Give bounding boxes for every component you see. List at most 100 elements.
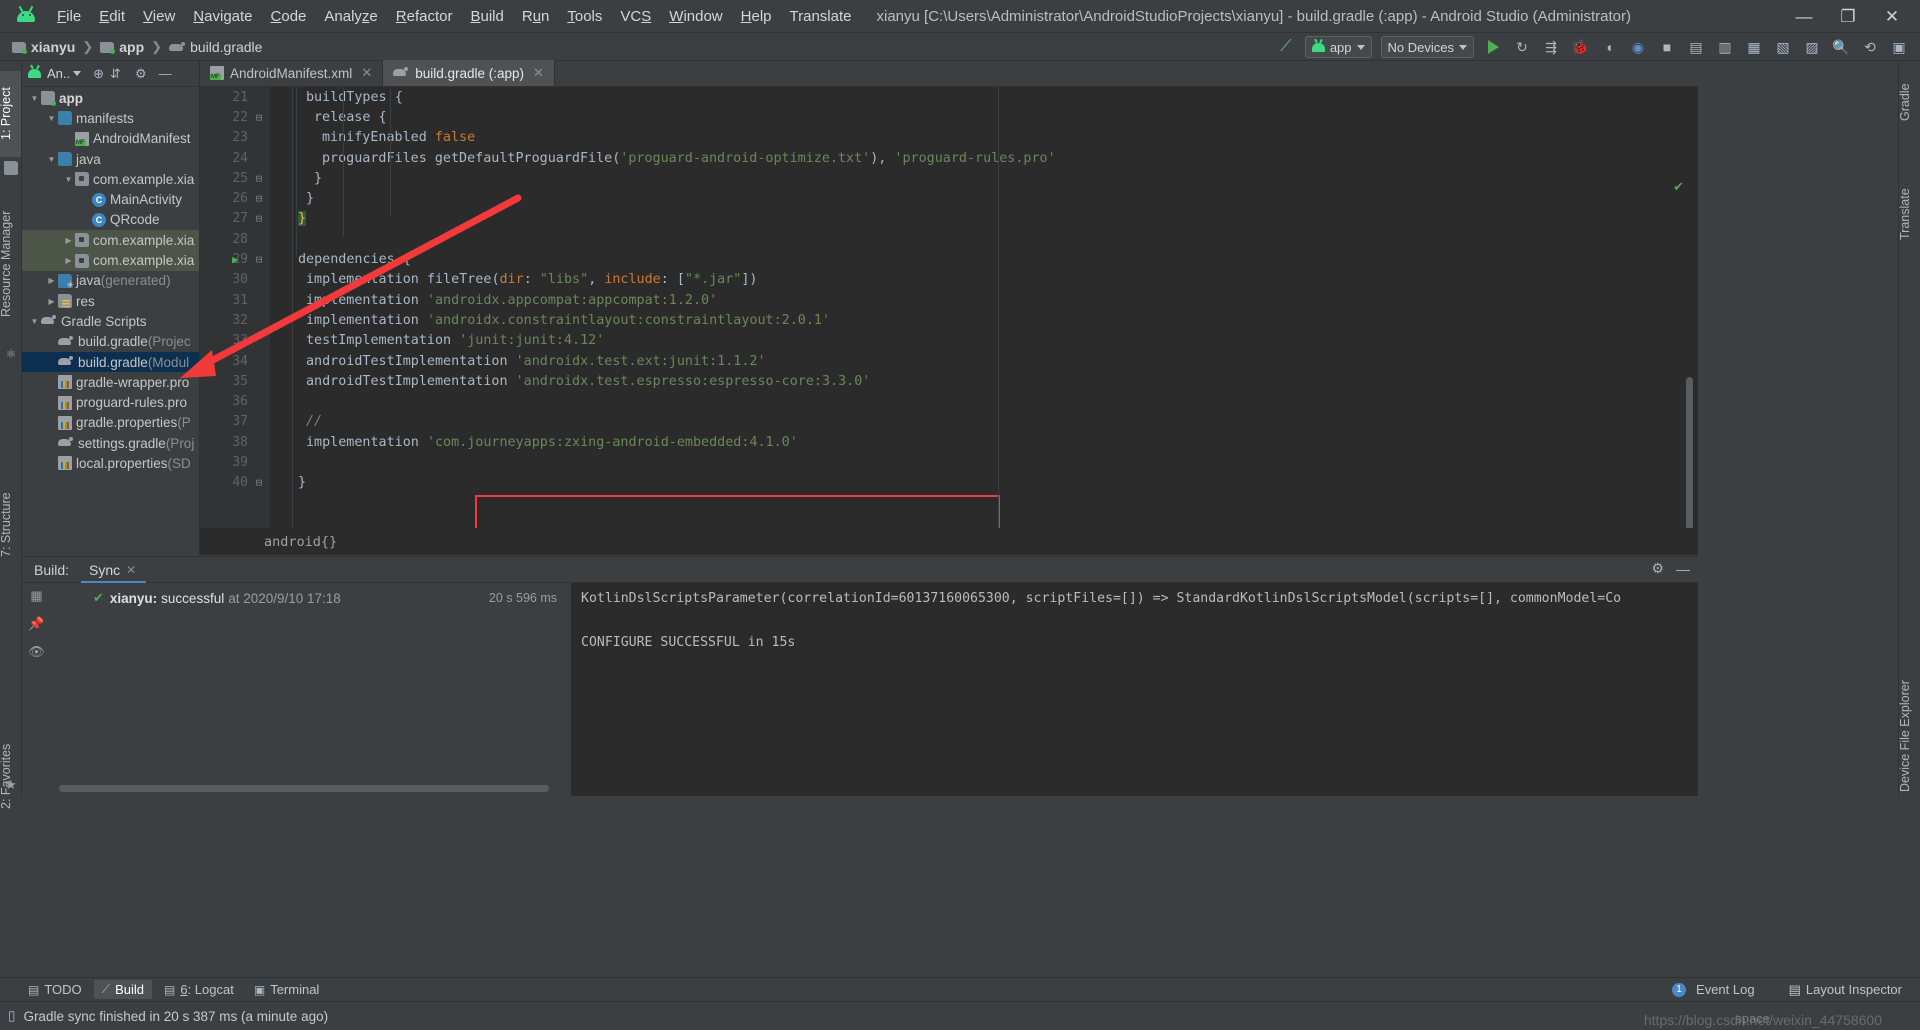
tree-item-gradle-scripts[interactable]: ▼Gradle Scripts [22,311,199,331]
close-icon[interactable]: ✕ [533,65,544,81]
code-line[interactable]: 34androidTestImplementation 'androidx.te… [270,351,1698,371]
minimize-button[interactable]: — [1782,2,1826,32]
tree-item-settings-gradle[interactable]: settings.gradle (Proj [22,433,199,453]
build-result-tree[interactable]: ✔ xianyu: successful at 2020/9/10 17:18 … [51,583,571,796]
screenshot-icon[interactable]: ▣ [1886,35,1912,59]
hammer-icon[interactable]: ⟋ [1273,35,1299,59]
chevron-down-icon[interactable]: ▼ [45,155,58,164]
collapse-all-icon[interactable]: ⇵ [110,66,121,82]
code-fold-icon[interactable]: ⊟ [252,111,266,124]
tool-window-button-6-logcat[interactable]: ▤6: Logcat [156,980,242,999]
chevron-down-icon[interactable]: ▼ [28,317,41,326]
rail-item-gradle[interactable]: Gradle [1898,69,1920,135]
build-tab-sync[interactable]: Sync ✕ [81,558,146,582]
inspection-ok-icon[interactable]: ✔ [1673,179,1684,195]
chevron-right-icon[interactable]: ▶ [62,236,75,245]
close-icon[interactable]: ✕ [361,65,372,81]
code-line[interactable]: 35androidTestImplementation 'androidx.te… [270,371,1698,391]
code-line[interactable]: 37// [270,412,1698,432]
code-line[interactable]: 32implementation 'androidx.constraintlay… [270,310,1698,330]
tree-item-proguard-rules-pro[interactable]: proguard-rules.pro [22,392,199,412]
tree-item-gradle-wrapper-pro[interactable]: gradle-wrapper.pro [22,372,199,392]
menu-item-code[interactable]: Code [262,4,316,29]
layout-inspector-icon[interactable]: ▦ [1741,35,1767,59]
close-icon[interactable]: ✕ [126,563,136,577]
apply-code-changes-icon[interactable]: ⇶ [1538,35,1564,59]
avd-manager-icon[interactable]: ▥ [1712,35,1738,59]
rail-item-project[interactable]: 1: Project [0,71,21,157]
build-console[interactable]: KotlinDslScriptsParameter(correlationId=… [571,583,1698,796]
code-fold-icon[interactable]: ⊟ [252,172,266,185]
tree-item-app[interactable]: ▼app [22,88,199,108]
tree-item-java[interactable]: ▼java [22,149,199,169]
close-button[interactable]: ✕ [1870,2,1914,32]
chevron-down-icon[interactable]: ▼ [62,175,75,184]
tree-item-local-properties[interactable]: local.properties (SD [22,453,199,473]
code-line[interactable]: 33testImplementation 'junit:junit:4.12' [270,331,1698,351]
code-line[interactable]: 28 [270,229,1698,249]
tool-window-button-todo[interactable]: ▤TODO [20,980,90,999]
event-log-button[interactable]: 1 Event Log [1664,980,1763,999]
build-tree-hscrollbar[interactable] [59,785,549,792]
breadcrumb-project[interactable]: xianyu [31,39,75,55]
tree-item-java[interactable]: ▶java (generated) [22,271,199,291]
vcs-update-icon[interactable]: ⟲ [1857,35,1883,59]
code-fold-icon[interactable]: ⊟ [252,212,266,225]
code-line[interactable]: 23minifyEnabled false [270,128,1698,148]
tree-item-com-example-xia[interactable]: ▶com.example.xia [22,250,199,270]
stop-icon[interactable]: ▦ [30,589,44,603]
chevron-down-icon[interactable]: ▼ [45,114,58,123]
chevron-right-icon[interactable]: ▶ [62,256,75,265]
menu-item-help[interactable]: Help [732,4,781,29]
search-icon[interactable]: 🔍 [1828,35,1854,59]
profiler-icon[interactable]: ◉ [1625,35,1651,59]
code-line[interactable]: 27⊟} [270,209,1698,229]
menu-item-refactor[interactable]: Refactor [387,4,462,29]
tree-item-androidmanifest[interactable]: AndroidManifest [22,129,199,149]
menu-item-tools[interactable]: Tools [558,4,611,29]
menu-item-vcs[interactable]: VCS [611,4,660,29]
menu-item-build[interactable]: Build [461,4,512,29]
tree-item-build-gradle[interactable]: build.gradle (Modul [22,352,199,372]
code-line[interactable]: 24proguardFiles getDefaultProguardFile('… [270,148,1698,168]
code-line[interactable]: 40⊟} [270,473,1698,493]
maximize-button[interactable]: ❐ [1826,2,1870,32]
profiler-alt-icon[interactable]: ▨ [1799,35,1825,59]
editor-tab-build-gradle-app-[interactable]: build.gradle (:app)✕ [383,60,555,86]
code-line[interactable]: 30implementation fileTree(dir: "libs", i… [270,270,1698,290]
gear-icon[interactable]: ⚙ [1651,560,1664,577]
chevron-down-icon[interactable]: ▼ [28,94,41,103]
rail-item-resource-manager[interactable]: Resource Manager [0,189,21,339]
rail-item-translate[interactable]: Translate [1898,171,1920,257]
chevron-right-icon[interactable]: ▶ [45,276,58,285]
code-line[interactable]: 21buildTypes { [270,87,1698,107]
menu-item-run[interactable]: Run [513,4,559,29]
menu-item-view[interactable]: View [134,4,184,29]
menu-item-analyze[interactable]: Analyze [315,4,386,29]
code-fold-icon[interactable]: ⊟ [252,253,266,266]
menu-item-edit[interactable]: Edit [90,4,134,29]
tree-item-res[interactable]: ▶res [22,291,199,311]
menu-item-navigate[interactable]: Navigate [184,4,261,29]
device-selector[interactable]: No Devices [1381,36,1474,58]
sdk-manager-icon[interactable]: ▤ [1683,35,1709,59]
run-icon[interactable] [1480,35,1506,59]
code-fold-icon[interactable]: ⊟ [252,192,266,205]
code-line[interactable]: 39 [270,452,1698,472]
tree-item-manifests[interactable]: ▼manifests [22,108,199,128]
rail-item-favorites[interactable]: 2: Favorites [0,721,21,831]
tree-item-qrcode[interactable]: CQRcode [22,210,199,230]
tree-item-mainactivity[interactable]: CMainActivity [22,189,199,209]
debug-icon[interactable]: 🐞 [1567,35,1593,59]
eye-icon[interactable]: 👁 [30,645,44,659]
tool-window-button-build[interactable]: ⟋Build [94,980,152,999]
chevron-right-icon[interactable]: ▶ [45,297,58,306]
gear-icon[interactable]: ⚙ [135,66,147,82]
breadcrumb-file[interactable]: build.gradle [190,39,262,55]
code-line[interactable]: 36 [270,391,1698,411]
run-gutter-icon[interactable]: ▶ [232,253,239,266]
apply-changes-icon[interactable]: ↻ [1509,35,1535,59]
layout-inspector-button[interactable]: ▤ Layout Inspector [1781,980,1910,1000]
rail-item-structure[interactable]: 7: Structure [0,471,21,579]
code-editor[interactable]: 21buildTypes {22⊟release {23minifyEnable… [200,87,1698,555]
